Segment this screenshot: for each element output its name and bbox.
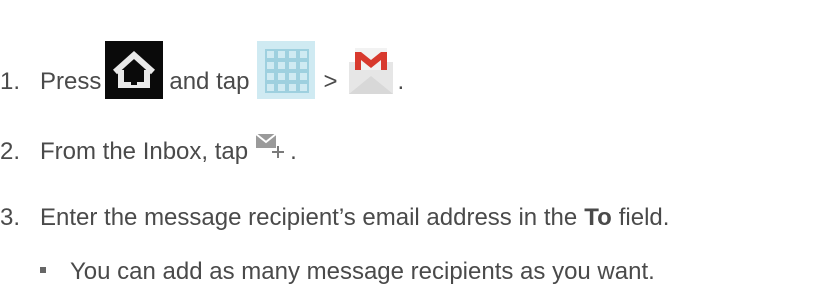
home-icon: [105, 41, 164, 99]
step-text: Enter the message recipient’s email addr…: [40, 204, 578, 231]
to-field-label: To: [584, 204, 612, 231]
step-number: 2.: [0, 138, 21, 165]
step-3: 3. Enter the message recipient’s email a…: [0, 204, 669, 232]
step-text: Press: [40, 68, 102, 95]
bullet-item: You can add as many message recipients a…: [40, 258, 655, 286]
step-text: .: [290, 138, 297, 165]
step-text: and tap: [169, 68, 250, 95]
step-text: field.: [618, 204, 670, 231]
step-2: 2. From the Inbox, tap .: [0, 133, 297, 168]
bullet-text: You can add as many message recipients a…: [70, 258, 655, 285]
step-text: >: [323, 68, 338, 95]
apps-icon: [257, 41, 316, 99]
step-1: 1. Press and tap > .: [0, 41, 405, 111]
step-number: 1.: [0, 68, 21, 95]
gmail-icon: [345, 46, 397, 98]
bullet-marker: [40, 267, 46, 273]
step-text: .: [397, 68, 405, 95]
compose-mail-icon: [254, 130, 290, 162]
step-number: 3.: [0, 204, 21, 231]
step-text: From the Inbox, tap: [40, 138, 249, 165]
